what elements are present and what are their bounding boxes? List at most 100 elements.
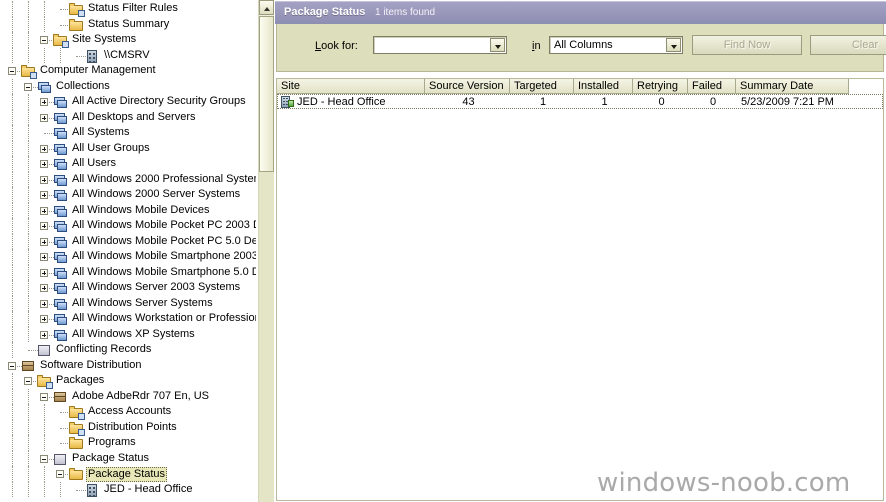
tree-item-all-desktops-and-servers[interactable]: All Desktops and Servers <box>0 109 256 125</box>
collapse-icon[interactable] <box>40 454 48 463</box>
expand-icon[interactable] <box>40 330 48 339</box>
tree-guide-line <box>12 264 14 280</box>
collapse-icon[interactable] <box>24 82 32 91</box>
column-header-retrying[interactable]: Retrying <box>633 79 688 94</box>
collapse-icon[interactable] <box>8 67 16 75</box>
expand-icon[interactable] <box>40 144 48 153</box>
tree-item-all-windows-server-2003-systems[interactable]: All Windows Server 2003 Systems <box>0 280 256 296</box>
tree-item-conflicting-records[interactable]: Conflicting Records <box>0 342 256 358</box>
column-scope-select[interactable]: All Columns <box>549 36 683 54</box>
tree-item-collections[interactable]: Collections <box>0 78 256 94</box>
expand-icon[interactable] <box>40 222 48 230</box>
scrollbar-thumb[interactable] <box>259 16 274 172</box>
collection-icon <box>53 127 68 140</box>
look-for-input[interactable] <box>373 36 507 54</box>
tree-item-computer-management[interactable]: Computer Management <box>0 63 256 79</box>
tree-item-adobe-adberdr-707-en-us[interactable]: Adobe AdbeRdr 707 En, US <box>0 388 256 404</box>
tree-item-label: Distribution Points <box>88 420 177 433</box>
column-header-installed[interactable]: Installed <box>574 79 633 94</box>
tree-guide-line <box>12 450 14 466</box>
tree-item-all-windows-server-systems[interactable]: All Windows Server Systems <box>0 295 256 311</box>
tree-guide-line <box>12 47 14 63</box>
column-header-site[interactable]: Site <box>277 79 425 94</box>
items-found-count: 1 items found <box>375 7 436 18</box>
collection-icon <box>53 313 68 326</box>
tree-item-all-windows-mobile-pocket-pc-2003-devices[interactable]: All Windows Mobile Pocket PC 2003 Device… <box>0 218 256 234</box>
tree-guide-line <box>12 125 14 141</box>
tree-item-site-systems[interactable]: Site Systems <box>0 32 256 48</box>
tree-item-all-windows-mobile-smartphone-5-0-devices[interactable]: All Windows Mobile Smartphone 5.0 Device… <box>0 264 256 280</box>
tree-item-jed-head-office[interactable]: JED - Head Office <box>0 481 256 497</box>
package-status-listview[interactable]: Site Source Version Targeted Installed Retry… <box>276 78 884 501</box>
collection-icon <box>53 251 68 264</box>
tree-guide-line <box>28 187 30 203</box>
tree-item-label: All Windows Server 2003 Systems <box>72 281 241 293</box>
tree-item-all-windows-2000-server-systems[interactable]: All Windows 2000 Server Systems <box>0 187 256 203</box>
expand-icon[interactable] <box>40 268 48 277</box>
tree-item-all-windows-mobile-pocket-pc-5-0-devices[interactable]: All Windows Mobile Pocket PC 5.0 Devices <box>0 233 256 249</box>
tree-item-all-windows-xp-systems[interactable]: All Windows XP Systems <box>0 326 256 342</box>
expand-icon[interactable] <box>40 191 48 199</box>
tree-guide-line <box>12 326 14 342</box>
tree-item-label: All Windows Workstation or Professional … <box>72 312 256 324</box>
tree-vertical-scrollbar[interactable] <box>258 0 274 502</box>
expand-icon[interactable] <box>40 160 48 168</box>
collapse-icon[interactable] <box>8 361 16 370</box>
tree-guide-line <box>44 466 46 482</box>
chevron-down-icon[interactable] <box>490 38 505 52</box>
tree-item-all-windows-workstation-or-professional-systems[interactable]: All Windows Workstation or Professional … <box>0 311 256 327</box>
expand-icon[interactable] <box>40 98 48 106</box>
tree-item-package-status[interactable]: Package Status <box>0 466 256 482</box>
find-now-button[interactable]: Find Now <box>692 35 802 55</box>
tree-item-package-status[interactable]: Package Status <box>0 450 256 466</box>
listview-header-row[interactable]: Site Source Version Targeted Installed Retry… <box>277 79 883 94</box>
collapse-icon[interactable] <box>24 377 32 385</box>
chevron-down-icon[interactable] <box>666 38 681 52</box>
tree-item-software-distribution[interactable]: Software Distribution <box>0 358 256 374</box>
table-row[interactable]: JED - Head Office 43 1 1 0 0 5/23/2009 7:21 PM <box>277 94 883 109</box>
tree-item-all-users[interactable]: All Users <box>0 156 256 172</box>
tree-item-all-windows-mobile-smartphone-2003-devices[interactable]: All Windows Mobile Smartphone 2003 Devic… <box>0 249 256 265</box>
expand-icon[interactable] <box>40 113 48 122</box>
sms-admin-console: Status Filter Rules Status Summary Site Sy… <box>0 0 886 502</box>
expand-icon[interactable] <box>40 315 48 323</box>
expand-icon[interactable] <box>40 206 48 215</box>
expand-icon[interactable] <box>40 253 48 261</box>
tree-guide-line <box>12 280 14 296</box>
tree-item-packages[interactable]: Packages <box>0 373 256 389</box>
clear-button[interactable]: Clear <box>810 35 886 55</box>
tree-item-distribution-points[interactable]: Distribution Points <box>0 419 256 436</box>
tree-item-all-active-directory-security-groups[interactable]: All Active Directory Security Groups <box>0 94 256 110</box>
collapse-icon[interactable] <box>40 36 48 44</box>
expand-icon[interactable] <box>40 175 48 184</box>
expand-icon[interactable] <box>40 237 48 246</box>
tree-item-programs[interactable]: Programs <box>0 435 256 451</box>
collapse-icon[interactable] <box>56 470 64 478</box>
tree-guide-line <box>28 404 30 420</box>
tree-item-all-user-groups[interactable]: All User Groups <box>0 140 256 156</box>
tree-guide-line <box>28 311 30 327</box>
tree-guide-line <box>60 47 62 63</box>
column-header-source-version[interactable]: Source Version <box>425 79 510 94</box>
navigation-tree-pane[interactable]: Status Filter Rules Status Summary Site Sy… <box>0 0 258 502</box>
tree-item-all-windows-mobile-devices[interactable]: All Windows Mobile Devices <box>0 202 256 218</box>
column-header-targeted[interactable]: Targeted <box>510 79 574 94</box>
tree-item-all-systems[interactable]: All Systems <box>0 125 256 141</box>
tree-item-label: All Windows Mobile Pocket PC 5.0 Devices <box>72 234 256 247</box>
column-header-summary-date[interactable]: Summary Date <box>736 79 849 94</box>
tree-item-status-filter-rules[interactable]: Status Filter Rules <box>0 1 256 17</box>
tree-item-status-summary[interactable]: Status Summary <box>0 16 256 32</box>
expand-icon[interactable] <box>40 284 48 292</box>
tree-item-cmsrv[interactable]: \\CMSRV <box>0 47 256 63</box>
collapse-icon[interactable] <box>40 392 48 401</box>
scroll-up-arrow-icon[interactable] <box>259 0 274 15</box>
expand-icon[interactable] <box>40 299 48 308</box>
tree-item-access-accounts[interactable]: Access Accounts <box>0 404 256 420</box>
tree-item-all-windows-2000-professional-systems[interactable]: All Windows 2000 Professional Systems <box>0 171 256 187</box>
tree-item-label: All User Groups <box>72 141 150 154</box>
tree-guide-line <box>12 419 14 435</box>
tree-guide-line <box>12 171 14 187</box>
column-header-failed[interactable]: Failed <box>688 79 736 94</box>
cell-summary-date: 5/23/2009 7:21 PM <box>741 96 834 108</box>
scrollbar-track[interactable] <box>259 172 274 502</box>
